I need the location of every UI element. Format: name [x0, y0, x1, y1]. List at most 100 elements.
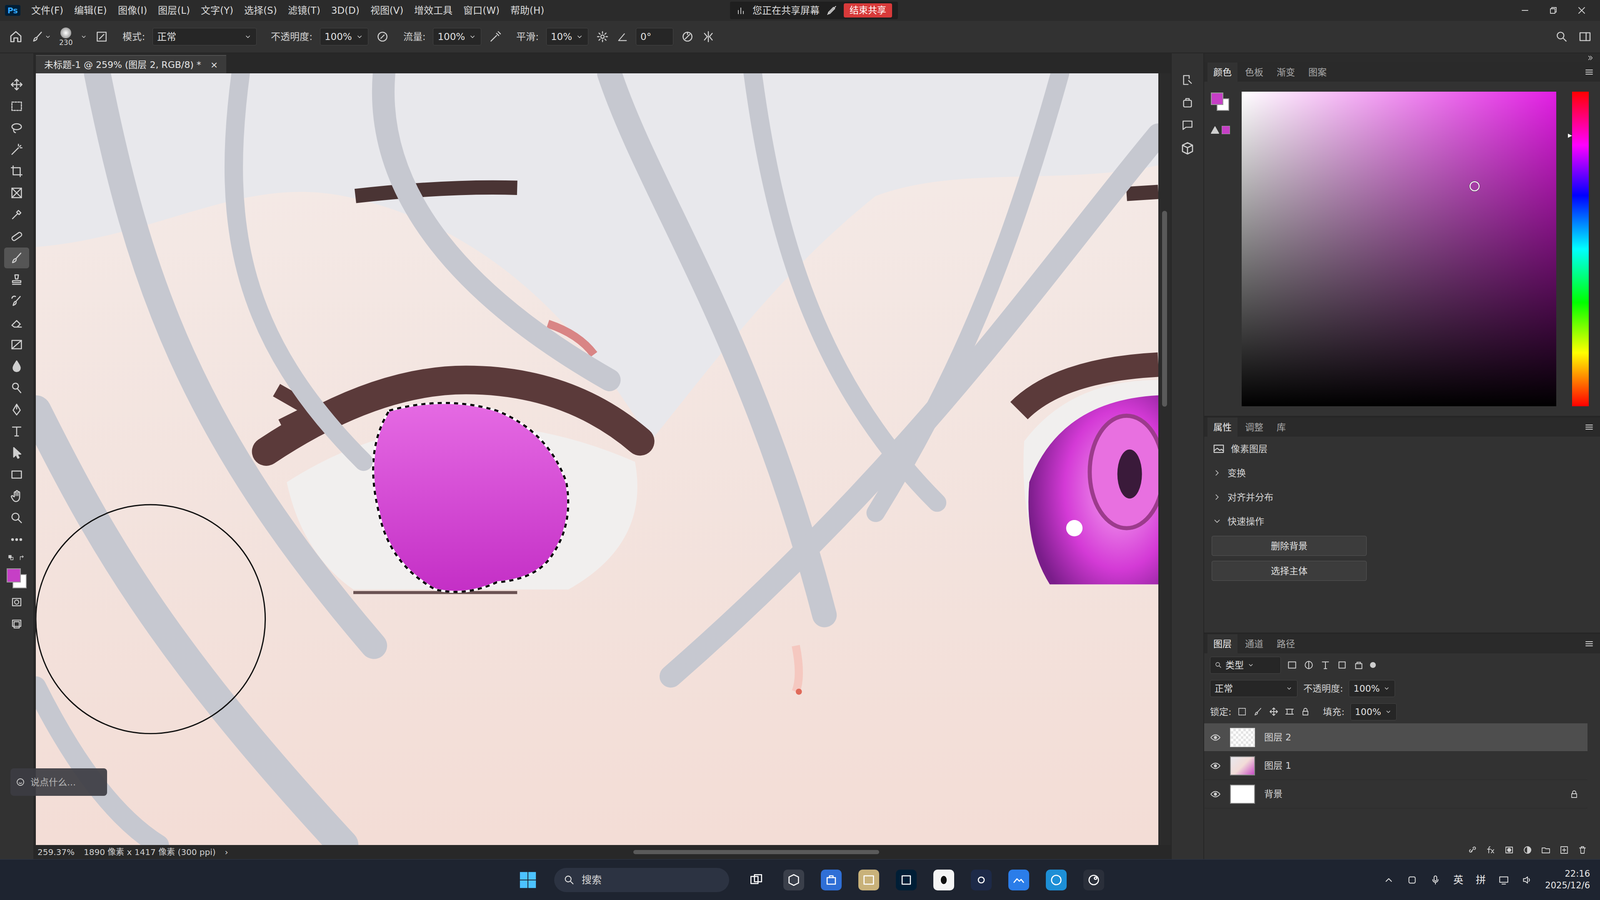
panel-menu[interactable]	[1584, 62, 1600, 82]
photos-icon[interactable]	[858, 869, 880, 891]
clock[interactable]: 22:162025/12/6	[1545, 868, 1590, 892]
pixel-filter-icon[interactable]	[1286, 659, 1298, 671]
eye-icon[interactable]	[1210, 760, 1221, 772]
taskbar-search[interactable]: 搜索	[554, 867, 730, 893]
mask-icon[interactable]	[1504, 845, 1515, 855]
volume-icon[interactable]	[1521, 874, 1533, 886]
brush-preset-picker[interactable]: 230	[59, 27, 73, 47]
panel-tab[interactable]: 路径	[1270, 634, 1301, 654]
lock-position-icon[interactable]	[1268, 706, 1279, 717]
property-section[interactable]: 对齐并分布	[1204, 485, 1600, 510]
home-icon[interactable]	[8, 29, 24, 45]
tool-button[interactable]	[4, 95, 30, 117]
fill-field[interactable]: 100%	[1350, 703, 1397, 721]
gamut-swatch[interactable]	[1221, 125, 1230, 135]
panel-tab[interactable]: 图层	[1207, 634, 1238, 654]
canvas[interactable]	[35, 73, 1159, 845]
restore-icon[interactable]	[1548, 5, 1559, 16]
scroll-thumb[interactable]	[1162, 210, 1168, 407]
stop-sharing-button[interactable]: 结束共享	[843, 3, 893, 18]
whiteboard-icon[interactable]	[1008, 869, 1030, 891]
hue-marker[interactable]	[1567, 133, 1573, 138]
zoom-level[interactable]: 259.37%	[37, 845, 75, 859]
fx-icon[interactable]	[1485, 845, 1496, 855]
tool-button[interactable]	[4, 399, 30, 420]
brush-icon[interactable]	[30, 30, 45, 44]
quick-action-button[interactable]: 选择主体	[1211, 560, 1367, 581]
tool-button[interactable]	[4, 377, 30, 399]
tool-preset[interactable]	[30, 30, 52, 44]
layer-row[interactable]: 图层 1	[1204, 751, 1588, 780]
actions-panel-icon[interactable]	[1180, 95, 1195, 110]
3d-panel-icon[interactable]	[1180, 140, 1195, 156]
panel-menu[interactable]	[1584, 417, 1600, 437]
menu-item[interactable]: 视图(V)	[370, 3, 404, 18]
app-icon[interactable]	[970, 869, 992, 891]
new-layer-icon[interactable]	[1559, 845, 1570, 855]
panel-menu[interactable]	[1584, 634, 1600, 654]
menu-item[interactable]: 文件(F)	[31, 3, 64, 18]
tool-button[interactable]	[4, 117, 30, 139]
history-panel-icon[interactable]	[1180, 73, 1195, 87]
smart-filter-icon[interactable]	[1353, 659, 1365, 671]
network-icon[interactable]	[1498, 874, 1510, 886]
steam-icon[interactable]	[1083, 869, 1105, 891]
color-picker-ring[interactable]	[1469, 181, 1480, 192]
layer-filter[interactable]: 类型	[1210, 656, 1281, 674]
photoshop-icon[interactable]	[895, 869, 917, 891]
tool-button[interactable]	[4, 529, 30, 550]
tool-button[interactable]	[4, 464, 30, 485]
lock-paint-icon[interactable]	[1252, 706, 1263, 717]
chat-input[interactable]	[29, 775, 101, 790]
app-logo[interactable]: Ps	[5, 5, 21, 17]
panel-tab[interactable]: 渐变	[1270, 62, 1301, 82]
filter-toggle[interactable]	[1370, 662, 1376, 668]
panel-tab[interactable]: 属性	[1207, 417, 1238, 437]
screen-mode-button[interactable]	[4, 613, 30, 635]
menu-item[interactable]: 3D(D)	[331, 3, 360, 18]
tray-expand-icon[interactable]	[1383, 874, 1395, 886]
smiley-icon[interactable]	[15, 777, 26, 788]
document-tab[interactable]: 未标题-1 @ 259% (图层 2, RGB/8) *×	[35, 55, 227, 74]
tool-button[interactable]	[4, 485, 30, 507]
menu-item[interactable]: 帮助(H)	[510, 3, 545, 18]
flow-field[interactable]: 100%	[432, 27, 482, 46]
swap-colors-icon[interactable]	[18, 554, 26, 562]
property-section[interactable]: 变换	[1204, 460, 1600, 485]
opacity-field[interactable]: 100%	[320, 27, 369, 46]
delete-icon[interactable]	[1577, 845, 1588, 855]
vertical-scrollbar[interactable]	[1158, 73, 1171, 845]
adjustment-filter-icon[interactable]	[1303, 659, 1315, 671]
type-filter-icon[interactable]	[1320, 659, 1331, 671]
tool-button[interactable]	[4, 290, 30, 312]
eye-icon[interactable]	[1210, 732, 1221, 743]
color-field[interactable]	[1241, 91, 1557, 407]
shape-filter-icon[interactable]	[1336, 659, 1348, 671]
panel-tab[interactable]: 库	[1270, 417, 1292, 437]
layer-lock[interactable]	[1569, 789, 1580, 800]
tool-button[interactable]	[4, 334, 30, 355]
tool-button[interactable]	[4, 247, 30, 269]
tool-button[interactable]	[4, 312, 30, 334]
smoothing-field[interactable]: 10%	[546, 27, 589, 46]
app-icon[interactable]	[783, 869, 805, 891]
lock-pixels-icon[interactable]	[1237, 706, 1248, 717]
horizontal-scrollbar[interactable]	[341, 849, 1155, 855]
tool-button[interactable]	[4, 269, 30, 290]
tool-button[interactable]	[4, 442, 30, 464]
dropdown-icon[interactable]	[575, 32, 584, 41]
panel-tab[interactable]: 图案	[1302, 62, 1333, 82]
blend-mode-select[interactable]: 正常	[1210, 680, 1298, 698]
property-section[interactable]: 快速操作	[1204, 509, 1600, 534]
tool-button[interactable]	[4, 355, 30, 377]
scroll-thumb[interactable]	[633, 850, 880, 855]
dropdown-icon[interactable]	[468, 32, 477, 41]
lock-artboard-icon[interactable]	[1284, 706, 1295, 717]
search-icon[interactable]	[1555, 30, 1569, 44]
dropdown-icon[interactable]	[355, 32, 364, 41]
mini-swatches[interactable]	[1210, 91, 1231, 113]
panel-tab[interactable]: 调整	[1239, 417, 1270, 437]
menu-item[interactable]: 图层(L)	[157, 3, 190, 18]
collapse-icon[interactable]	[1586, 54, 1595, 62]
store-icon[interactable]	[820, 869, 842, 891]
